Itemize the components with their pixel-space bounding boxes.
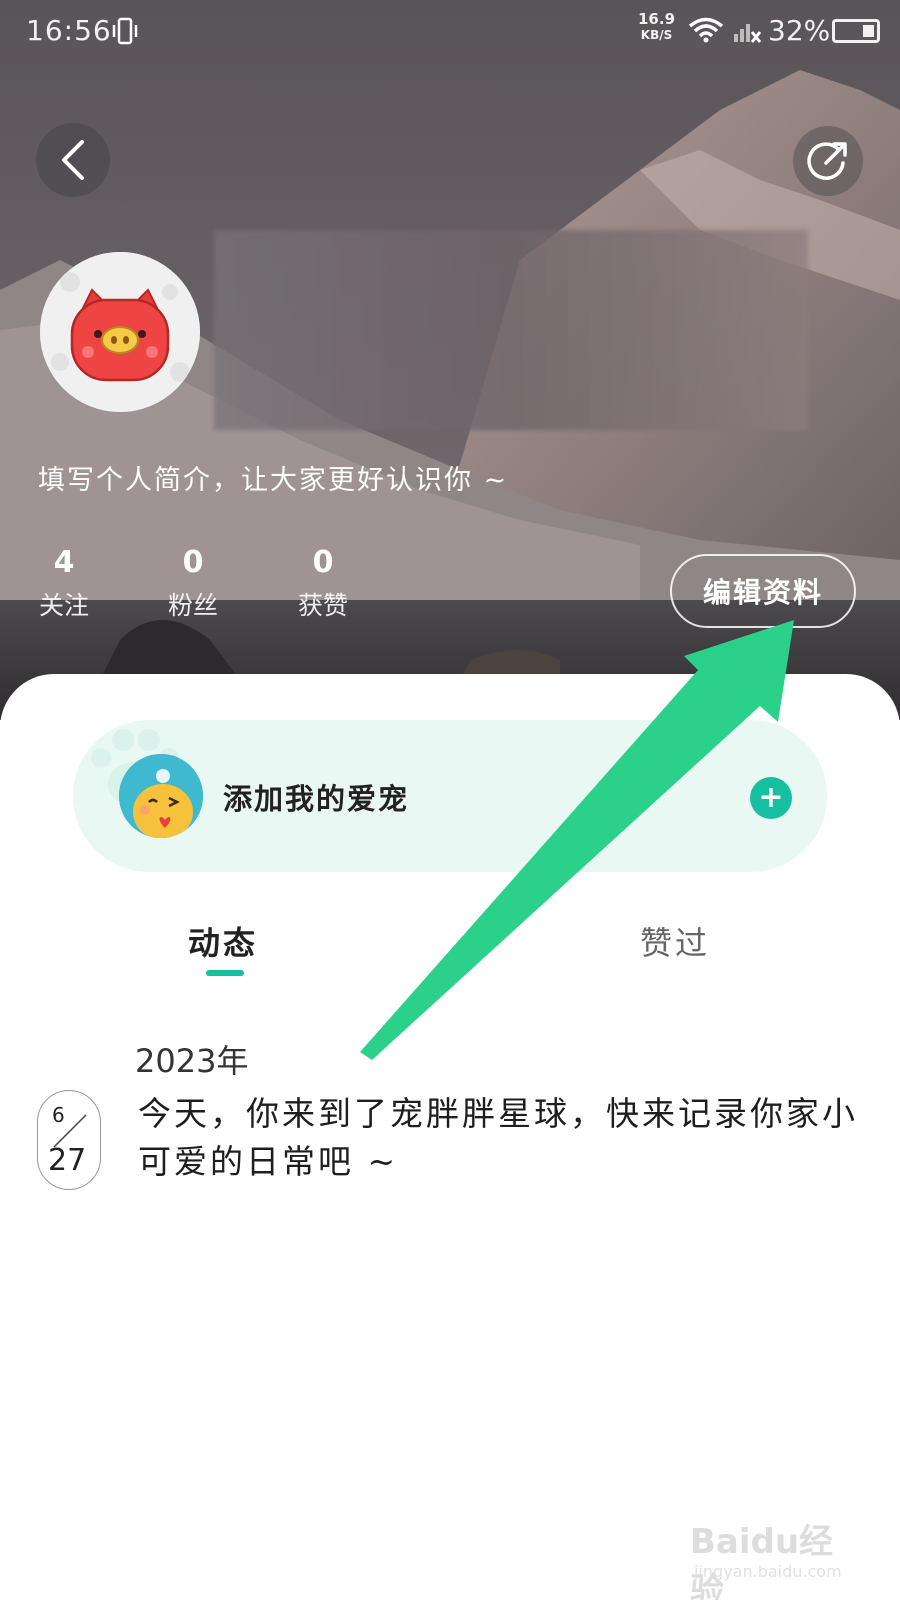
stat-label: 获赞: [297, 591, 348, 620]
stat-count: 0: [312, 545, 334, 580]
network-speed: 16.9 KB/S: [638, 11, 675, 43]
tab-moments[interactable]: 动态: [188, 918, 258, 964]
watermark-text: Baidu经验: [690, 1522, 834, 1600]
add-pet-plus-icon[interactable]: +: [750, 777, 792, 819]
stat-followers[interactable]: 0 粉丝: [153, 545, 233, 622]
share-button[interactable]: [793, 126, 863, 196]
vibrate-icon: [112, 17, 138, 45]
timeline-year: 2023年: [135, 1042, 249, 1080]
pet-avatar: [119, 754, 203, 838]
stat-following[interactable]: 4 关注: [24, 545, 104, 622]
date-badge: 6 27: [37, 1090, 101, 1190]
pig-avatar-image: [40, 252, 200, 412]
stat-label: 关注: [38, 591, 89, 620]
signal-no-sim-icon: [734, 24, 762, 43]
battery-icon: [832, 19, 880, 43]
stat-label: 粉丝: [167, 591, 218, 620]
stat-count: 4: [53, 545, 75, 580]
user-avatar[interactable]: [40, 252, 200, 412]
stat-likes[interactable]: 0 获赞: [283, 545, 363, 622]
stat-count: 0: [182, 545, 204, 580]
back-button[interactable]: [36, 123, 110, 197]
tab-liked[interactable]: 赞过: [640, 918, 710, 964]
status-bar: 16:56 16.9 KB/S 32%: [0, 0, 900, 62]
share-icon: [807, 142, 847, 180]
add-pet-banner[interactable]: 添加我的爱宠 +: [73, 720, 827, 872]
wifi-icon: [688, 17, 724, 43]
chevron-left-icon: [62, 140, 84, 180]
battery-percent: 32%: [768, 14, 831, 47]
watermark-url: jingyan.baidu.com: [694, 1562, 842, 1581]
status-time: 16:56: [26, 14, 112, 47]
bio-text[interactable]: 填写个人简介，让大家更好认识你 ~: [38, 458, 508, 497]
edit-profile-button[interactable]: 编辑资料: [670, 554, 856, 628]
network-speed-value: 16.9: [638, 10, 676, 28]
post-text[interactable]: 今天，你来到了宠胖胖星球，快来记录你家小可爱的日常吧 ~: [138, 1090, 858, 1186]
username-blurred: [214, 230, 808, 430]
baidu-jingyan-watermark: Baidu经验 jingyan.baidu.com: [690, 1510, 860, 1600]
tab-active-indicator: [206, 970, 244, 976]
network-speed-unit: KB/S: [640, 28, 673, 42]
date-day: 27: [48, 1143, 87, 1178]
add-pet-label: 添加我的爱宠: [223, 782, 410, 816]
pet-cartoon-image: [119, 754, 203, 838]
